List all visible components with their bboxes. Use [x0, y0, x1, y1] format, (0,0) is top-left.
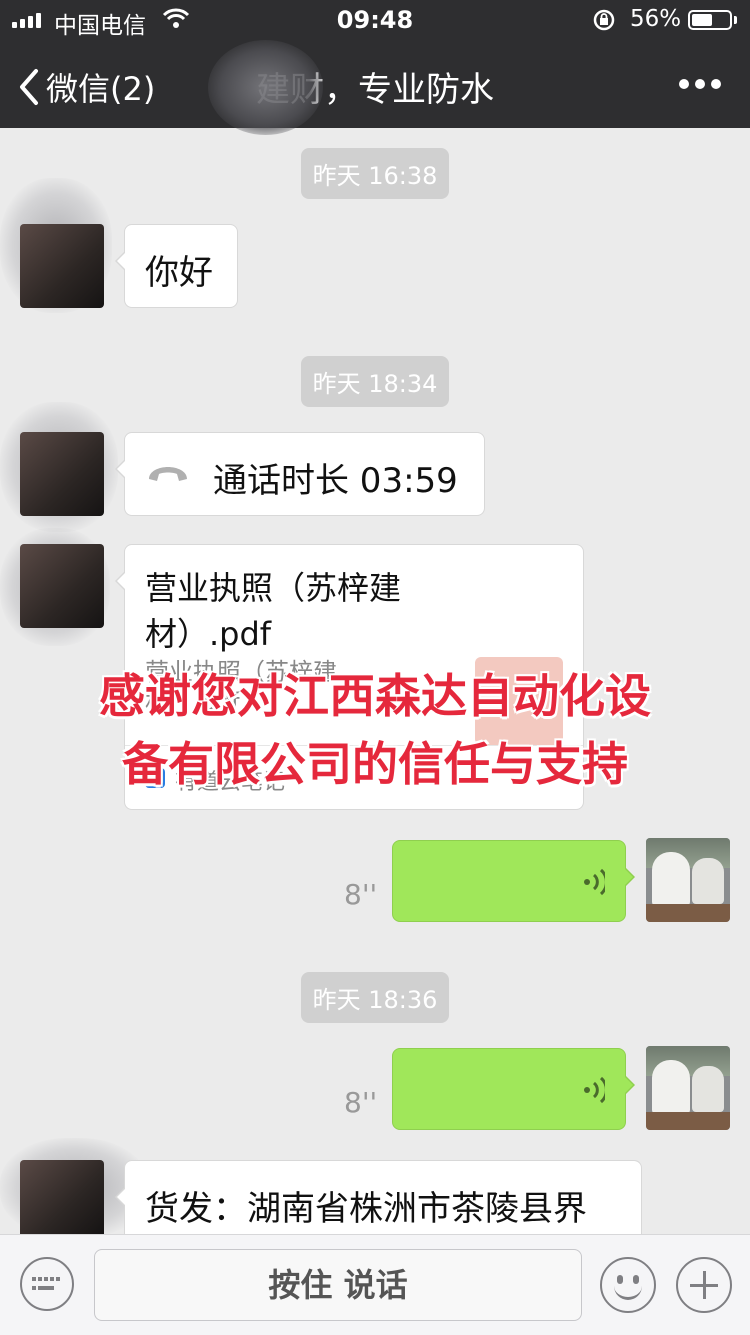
contact-avatar[interactable]: [20, 432, 104, 516]
nav-bar: 微信(2) 建财，专业防水: [0, 40, 750, 135]
timestamp: 昨天 16:38: [0, 148, 750, 199]
status-bar: 中国电信 09:48 56%: [0, 0, 750, 40]
overlay-caption-line2: 备有限公司的信任与支持: [122, 737, 628, 791]
redaction-scribble: [208, 40, 323, 135]
plus-icon[interactable]: [676, 1257, 732, 1313]
voice-wave-icon: [584, 1076, 605, 1104]
voice-duration: 8'': [344, 878, 378, 911]
emoji-icon[interactable]: [600, 1257, 656, 1313]
input-bar: 按住 说话: [0, 1234, 750, 1335]
contact-avatar[interactable]: [20, 224, 104, 308]
voice-duration: 8'': [344, 1086, 378, 1119]
timestamp: 昨天 18:34: [0, 356, 750, 407]
call-duration-text: 通话时长 03:59: [213, 461, 458, 501]
overlay-caption-line1: 感谢您对江西森达自动化设: [99, 669, 651, 723]
timestamp: 昨天 18:36: [0, 972, 750, 1023]
my-avatar[interactable]: [646, 1046, 730, 1130]
message-bubble-hello[interactable]: 你好: [115, 224, 238, 308]
battery-percent: 56%: [630, 6, 682, 32]
battery-icon: [688, 10, 732, 30]
contact-avatar[interactable]: [20, 544, 104, 628]
my-avatar[interactable]: [646, 838, 730, 922]
voice-message-bubble[interactable]: [392, 840, 635, 922]
keyboard-toggle-icon[interactable]: [20, 1257, 74, 1311]
contact-avatar[interactable]: [20, 1160, 104, 1234]
message-text: 你好: [145, 253, 213, 293]
chat-title: 建财，专业防水: [256, 70, 494, 110]
file-title: 营业执照（苏梓建材）.pdf: [145, 569, 402, 653]
call-record-bubble[interactable]: 通话时长 03:59: [115, 432, 485, 516]
hold-to-talk-button[interactable]: 按住 说话: [94, 1249, 582, 1321]
more-dots-icon[interactable]: [672, 60, 728, 108]
voice-message-bubble[interactable]: [392, 1048, 635, 1130]
rotation-lock-icon: [592, 8, 616, 36]
voice-wave-icon: [584, 868, 605, 896]
message-text: 货发：湖南省株洲市茶陵县界: [145, 1189, 587, 1229]
phone-hangup-icon: [149, 467, 187, 481]
